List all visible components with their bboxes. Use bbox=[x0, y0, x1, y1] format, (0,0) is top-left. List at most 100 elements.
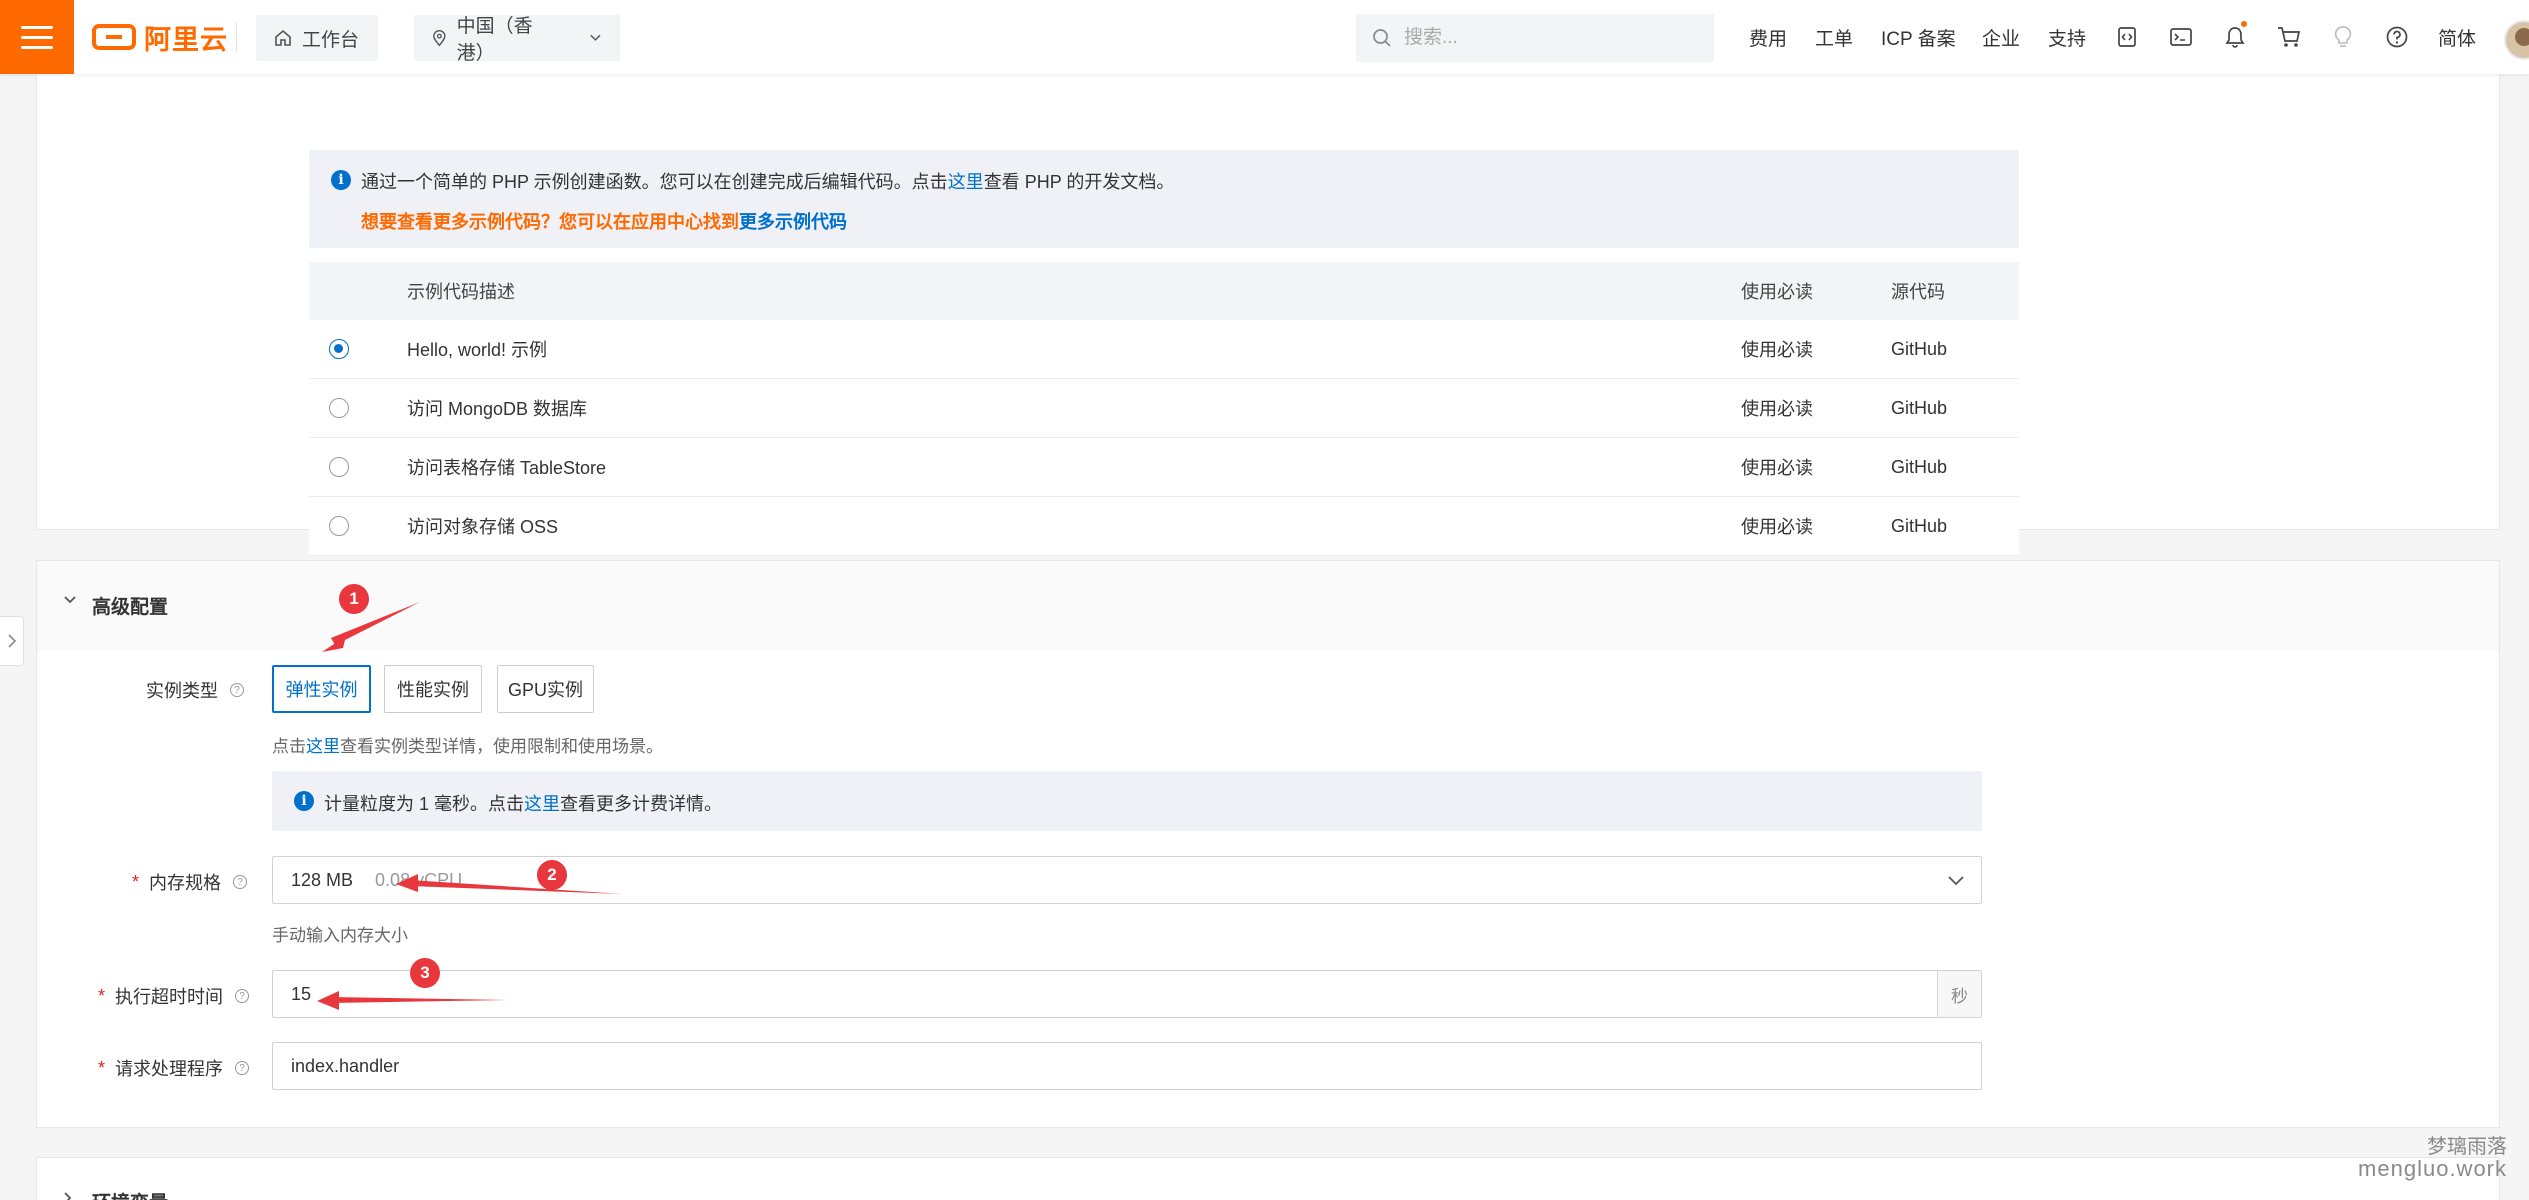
nav-support[interactable]: 支持 bbox=[2048, 24, 2086, 51]
nav-ticket[interactable]: 工单 bbox=[1815, 24, 1853, 51]
top-navigation-bar: 阿里云 工作台 中国（香港） 费用 工单 ICP 备案 企业 支持 简体 bbox=[0, 0, 2529, 74]
handler-value: index.handler bbox=[291, 1055, 400, 1076]
chevron-right-icon bbox=[7, 634, 16, 648]
notification-dot bbox=[2241, 21, 2247, 27]
nav-icp[interactable]: ICP 备案 bbox=[1881, 24, 1956, 51]
instance-performance-option[interactable]: 性能实例 bbox=[384, 665, 482, 713]
memory-select[interactable]: 128 MB 0.08 vCPU bbox=[272, 856, 1982, 904]
billing-info-text: 计量粒度为 1 毫秒。点击这里查看更多计费详情。 bbox=[324, 794, 723, 814]
hamburger-menu-icon[interactable] bbox=[0, 0, 74, 74]
timeout-unit: 秒 bbox=[1937, 971, 1981, 1017]
sample-code-table: 示例代码描述 使用必读 源代码 Hello, world! 示例 使用必读 Gi… bbox=[309, 262, 2019, 556]
divider bbox=[236, 22, 237, 52]
readme-link[interactable]: 使用必读 bbox=[1741, 320, 1813, 378]
language-switch[interactable]: 简体 bbox=[2438, 24, 2476, 51]
help-icon[interactable]: ? bbox=[230, 683, 244, 697]
sample-radio[interactable] bbox=[329, 398, 349, 418]
info-icon: i bbox=[294, 791, 314, 811]
readme-link[interactable]: 使用必读 bbox=[1741, 497, 1813, 555]
sample-radio[interactable] bbox=[329, 457, 349, 477]
handler-label: * 请求处理程序? bbox=[98, 1055, 250, 1081]
watermark-en: mengluo.work bbox=[2358, 1156, 2507, 1181]
info-text: 通过一个简单的 PHP 示例创建函数。您可以在创建完成后编辑代码。点击这里查看 … bbox=[361, 172, 1175, 192]
developer-tools-icon[interactable] bbox=[2112, 22, 2142, 52]
sample-desc: 访问 MongoDB 数据库 bbox=[407, 399, 588, 419]
nav-fees[interactable]: 费用 bbox=[1749, 24, 1787, 51]
sample-desc: 访问表格存储 TableStore bbox=[407, 458, 607, 478]
sample-radio[interactable] bbox=[329, 516, 349, 536]
help-icon[interactable]: ? bbox=[235, 989, 250, 1003]
readme-link[interactable]: 使用必读 bbox=[1741, 379, 1813, 437]
header-source: 源代码 bbox=[1891, 282, 1945, 302]
workbench-label: 工作台 bbox=[302, 29, 360, 51]
region-selector[interactable]: 中国（香港） bbox=[414, 15, 620, 64]
location-pin-icon bbox=[433, 30, 446, 47]
header-readme: 使用必读 bbox=[1741, 282, 1813, 302]
chevron-right-icon bbox=[64, 1192, 72, 1200]
github-link[interactable]: GitHub bbox=[1891, 497, 1947, 555]
aliyun-logo-mark-icon bbox=[92, 24, 136, 50]
table-header: 示例代码描述 使用必读 源代码 bbox=[309, 262, 2019, 320]
annotation-badge-2: 2 bbox=[537, 860, 567, 890]
chevron-down-icon bbox=[64, 596, 76, 604]
search-icon bbox=[1373, 29, 1391, 47]
sample-code-panel: i 通过一个简单的 PHP 示例创建函数。您可以在创建完成后编辑代码。点击这里查… bbox=[36, 60, 2500, 556]
sample-desc: 访问对象存储 OSS bbox=[407, 517, 559, 537]
sample-desc: Hello, world! 示例 bbox=[407, 340, 548, 360]
handler-input[interactable]: index.handler bbox=[272, 1042, 1982, 1090]
annotation-badge-3: 3 bbox=[410, 958, 440, 988]
table-row[interactable]: 访问 MongoDB 数据库 使用必读 GitHub bbox=[309, 379, 2019, 438]
sample-code-info-box: i 通过一个简单的 PHP 示例创建函数。您可以在创建完成后编辑代码。点击这里查… bbox=[309, 150, 2019, 248]
global-search[interactable] bbox=[1356, 14, 1714, 62]
github-link[interactable]: GitHub bbox=[1891, 438, 1947, 496]
header-desc: 示例代码描述 bbox=[407, 282, 515, 302]
advanced-config-header[interactable]: 高级配置 bbox=[37, 561, 2499, 651]
sample-radio[interactable] bbox=[329, 339, 349, 359]
memory-value: 128 MB bbox=[291, 869, 354, 890]
env-variables-panel[interactable]: 环境变量 bbox=[36, 1157, 2500, 1200]
instance-type-detail-link[interactable]: 这里 bbox=[306, 737, 340, 756]
memory-cpu: 0.08 vCPU bbox=[375, 869, 463, 890]
readme-link[interactable]: 使用必读 bbox=[1741, 438, 1813, 496]
more-samples-link[interactable]: 更多示例代码 bbox=[739, 212, 847, 232]
help-icon[interactable]: ? bbox=[233, 875, 248, 889]
info-icon: i bbox=[331, 170, 351, 190]
instance-elastic-option[interactable]: 弹性实例 bbox=[272, 665, 371, 713]
region-label: 中国（香港） bbox=[456, 16, 533, 64]
terminal-icon[interactable] bbox=[2166, 22, 2196, 52]
instance-gpu-option[interactable]: GPU实例 bbox=[497, 665, 594, 713]
advanced-config-title: 高级配置 bbox=[92, 597, 169, 618]
manual-memory-link[interactable]: 手动输入内存大小 bbox=[272, 921, 408, 946]
github-link[interactable]: GitHub bbox=[1891, 320, 1947, 378]
lightbulb-icon[interactable] bbox=[2328, 22, 2358, 52]
chevron-down-icon bbox=[590, 34, 601, 41]
timeout-label: * 执行超时时间? bbox=[98, 983, 250, 1009]
nav-enterprise[interactable]: 企业 bbox=[1982, 24, 2020, 51]
table-row[interactable]: 访问表格存储 TableStore 使用必读 GitHub bbox=[309, 438, 2019, 497]
php-docs-link[interactable]: 这里 bbox=[948, 172, 984, 192]
table-row[interactable]: Hello, world! 示例 使用必读 GitHub bbox=[309, 320, 2019, 379]
table-row[interactable]: 访问对象存储 OSS 使用必读 GitHub bbox=[309, 497, 2019, 556]
logo-text: 阿里云 bbox=[144, 24, 228, 55]
billing-detail-link[interactable]: 这里 bbox=[524, 794, 560, 814]
home-icon bbox=[275, 29, 291, 46]
chevron-down-icon bbox=[1948, 876, 1964, 886]
search-input[interactable] bbox=[1404, 27, 1684, 49]
help-icon[interactable] bbox=[2382, 22, 2412, 52]
env-variables-title: 环境变量 bbox=[92, 1188, 168, 1200]
user-avatar[interactable] bbox=[2504, 20, 2529, 60]
notification-bell-icon[interactable] bbox=[2220, 21, 2250, 52]
timeout-input[interactable]: 15 秒 bbox=[272, 970, 1982, 1018]
workbench-button[interactable]: 工作台 bbox=[256, 15, 378, 61]
shopping-cart-icon[interactable] bbox=[2274, 22, 2304, 52]
aliyun-logo[interactable]: 阿里云 bbox=[92, 20, 228, 55]
watermark-cn: 梦璃雨落 bbox=[2427, 1136, 2507, 1158]
instance-type-hint: 点击这里查看实例类型详情，使用限制和使用场景。 bbox=[272, 737, 663, 756]
help-icon[interactable]: ? bbox=[235, 1061, 250, 1075]
memory-label: * 内存规格? bbox=[132, 869, 248, 895]
annotation-badge-1: 1 bbox=[339, 584, 369, 614]
github-link[interactable]: GitHub bbox=[1891, 379, 1947, 437]
instance-type-label: 实例类型? bbox=[146, 677, 244, 703]
timeout-value: 15 bbox=[291, 983, 312, 1004]
sidebar-expand-handle[interactable] bbox=[0, 616, 24, 666]
